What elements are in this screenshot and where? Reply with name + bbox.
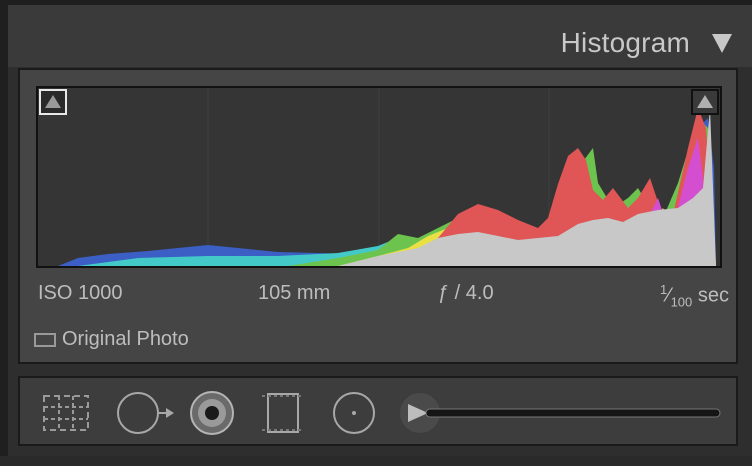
adjustment-brush-icon[interactable] xyxy=(398,390,723,436)
histogram-svg xyxy=(58,88,716,266)
original-photo-checkbox[interactable] xyxy=(34,332,56,347)
tool-strip xyxy=(18,376,738,446)
bottom-edge xyxy=(0,456,752,466)
panel-title: Histogram xyxy=(560,27,690,58)
panel-separator xyxy=(8,364,752,376)
aperture-value: ƒ / 4.0 xyxy=(438,282,494,304)
triangle-down-icon[interactable] xyxy=(712,34,732,53)
original-photo-toggle[interactable]: Original Photo xyxy=(34,328,189,351)
spot-removal-icon[interactable] xyxy=(116,390,176,436)
focal-length-value: 105 mm xyxy=(258,282,331,304)
graduated-filter-icon[interactable] xyxy=(260,390,306,436)
radial-filter-icon[interactable] xyxy=(330,390,378,436)
red-eye-icon[interactable] xyxy=(188,390,236,436)
histogram-panel: ISO 1000 105 mm ƒ / 4.0 1⁄100 sec Origin… xyxy=(18,68,738,364)
shutter-numerator: 1 xyxy=(660,282,668,297)
shutter-speed-value: 1⁄100 sec xyxy=(660,282,729,310)
original-photo-label: Original Photo xyxy=(62,328,189,350)
shutter-unit: sec xyxy=(697,284,729,307)
iso-value: ISO 1000 xyxy=(38,282,123,304)
left-edge xyxy=(0,0,8,466)
triangle-up-icon xyxy=(697,95,713,108)
triangle-up-icon xyxy=(45,95,61,108)
histogram-module: Histogram ISO 1000 105 mm ƒ / 4.0 1⁄100 … xyxy=(0,0,752,466)
panel-header[interactable]: Histogram xyxy=(8,5,752,67)
histogram-graph[interactable] xyxy=(36,86,722,268)
shutter-denominator: 100 xyxy=(670,294,693,310)
shadow-clipping-button[interactable] xyxy=(39,89,67,115)
crop-overlay-icon[interactable] xyxy=(42,392,92,434)
highlight-clipping-button[interactable] xyxy=(691,89,719,115)
